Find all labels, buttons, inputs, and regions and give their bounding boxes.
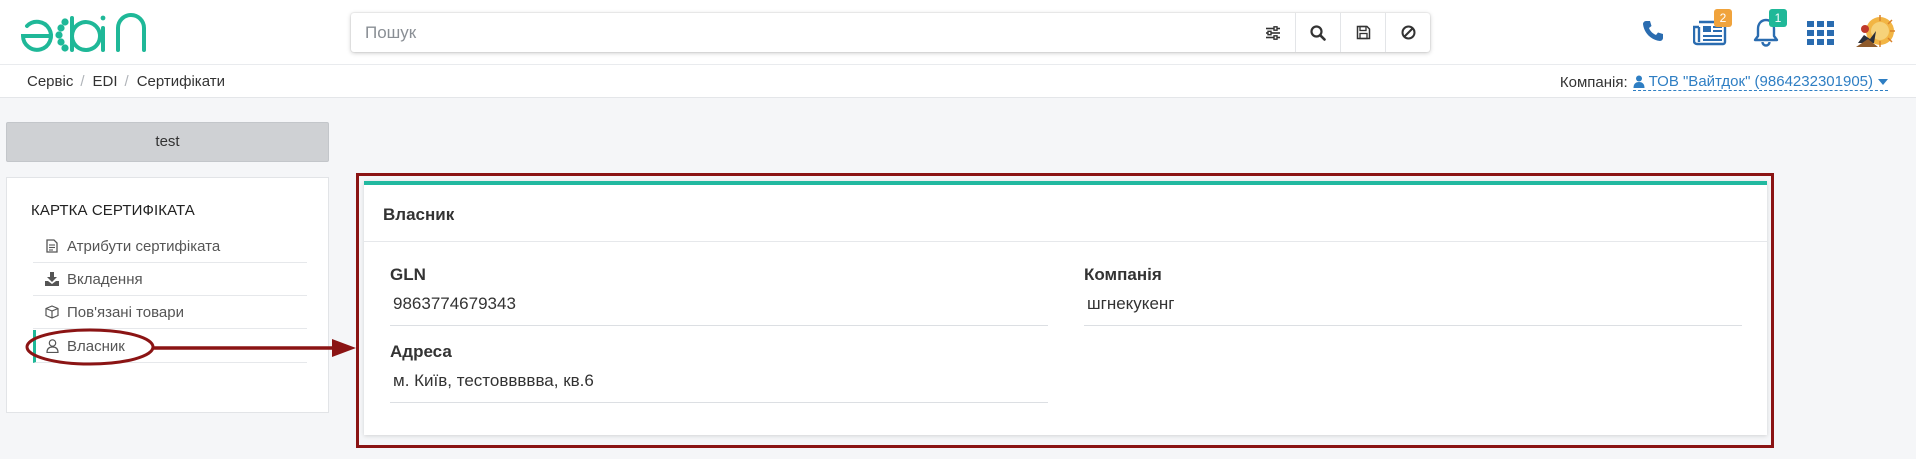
user-icon: [37, 339, 67, 353]
save-icon: [1356, 25, 1370, 40]
user-icon: [1633, 75, 1645, 88]
search-input[interactable]: [351, 13, 1250, 52]
breadcrumb-item-edi[interactable]: EDI: [93, 73, 118, 90]
breadcrumb: Сервіс / EDI / Сертифікати: [27, 73, 225, 90]
document-icon: [37, 239, 67, 253]
breadcrumb-item-service[interactable]: Сервіс: [27, 73, 73, 90]
company-name: ТОВ "Вайтдок" (9864232301905): [1648, 73, 1873, 90]
save-search-button[interactable]: [1340, 13, 1385, 52]
address-value: м. Київ, тестоввввва, кв.6: [390, 369, 1048, 403]
news-badge: 2: [1714, 9, 1732, 27]
annotation-arrowhead: [332, 339, 356, 357]
download-icon: [37, 272, 67, 286]
avatar-image: [1856, 15, 1895, 47]
top-header: 2 1: [0, 0, 1916, 64]
apps-grid-icon: [1806, 21, 1834, 45]
search-button[interactable]: [1295, 13, 1340, 52]
certificate-card-sidebar: КАРТКА СЕРТИФІКАТА Атрибути сертифіката …: [6, 177, 329, 413]
notifications-button[interactable]: 1: [1752, 9, 1787, 48]
breadcrumb-bar: Сервіс / EDI / Сертифікати Компанія: ТОВ…: [0, 64, 1916, 98]
apps-button[interactable]: [1806, 20, 1834, 46]
sidebar-item-attachments[interactable]: Вкладення: [33, 263, 307, 296]
box-icon: [37, 305, 67, 319]
sidebar-item-label: Атрибути сертифіката: [67, 237, 221, 255]
avatar[interactable]: [1854, 13, 1896, 53]
filter-icon: [1265, 25, 1280, 40]
news-button[interactable]: 2: [1692, 9, 1732, 47]
phone-icon: [1643, 21, 1663, 41]
phone-button[interactable]: [1640, 18, 1666, 44]
sidebar-item-label: Вкладення: [67, 270, 143, 288]
search-bar: [351, 13, 1430, 52]
company-selector: Компанія: ТОВ "Вайтдок" (9864232301905): [1560, 73, 1888, 91]
sidebar-title: КАРТКА СЕРТИФІКАТА: [31, 202, 195, 219]
breadcrumb-separator: /: [80, 73, 85, 90]
clear-icon: [1401, 25, 1415, 40]
sidebar-item-owner[interactable]: Власник: [33, 330, 307, 363]
company-field-value: шгнекукенг: [1084, 292, 1742, 326]
owner-card: Власник GLN 9863774679343 Компанія шгнек…: [364, 181, 1767, 435]
clear-search-button[interactable]: [1385, 13, 1430, 52]
company-dropdown[interactable]: ТОВ "Вайтдок" (9864232301905): [1632, 73, 1888, 91]
breadcrumb-item-certificates[interactable]: Сертифікати: [137, 73, 225, 90]
card-divider: [364, 241, 1767, 242]
test-button[interactable]: test: [6, 122, 329, 162]
notifications-badge: 1: [1769, 9, 1787, 27]
edin-logo[interactable]: [18, 12, 158, 54]
chevron-down-icon: [1878, 78, 1888, 85]
sidebar-item-related-goods[interactable]: Пов'язані товари: [33, 296, 307, 329]
address-label: Адреса: [390, 342, 452, 361]
company-label: Компанія:: [1559, 73, 1628, 91]
sidebar-item-label: Власник: [67, 337, 125, 355]
sidebar-item-label: Пов'язані товари: [67, 303, 184, 321]
filter-button[interactable]: [1250, 13, 1295, 52]
card-title: Власник: [383, 205, 455, 224]
search-icon: [1310, 24, 1326, 41]
gln-label: GLN: [390, 265, 426, 284]
sidebar-item-attributes[interactable]: Атрибути сертифіката: [33, 230, 307, 263]
breadcrumb-separator: /: [124, 73, 129, 90]
company-field-label: Компанія: [1084, 265, 1162, 284]
gln-value: 9863774679343: [390, 292, 1048, 326]
